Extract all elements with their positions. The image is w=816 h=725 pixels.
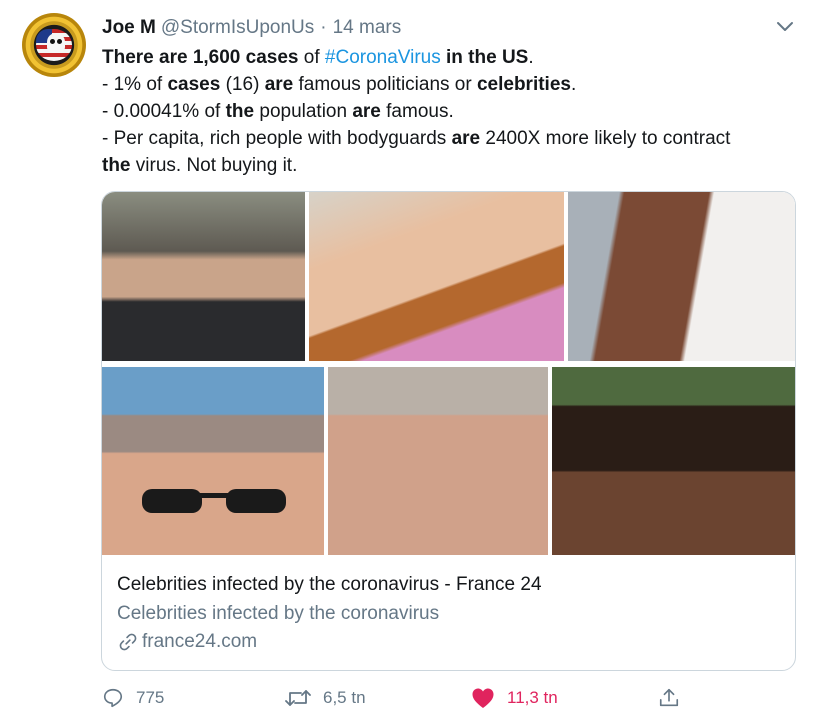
- card-photo: [102, 192, 305, 361]
- avatar[interactable]: [22, 13, 86, 77]
- retweet-count: 6,5 tn: [323, 688, 366, 707]
- text-run: (16): [220, 74, 265, 95]
- share-button[interactable]: [658, 684, 692, 712]
- glasses-shape: [142, 489, 286, 513]
- text-run: - 0.00041% of: [102, 101, 226, 122]
- heart-icon: [472, 688, 494, 708]
- user-handle[interactable]: @StormIsUponUs: [161, 17, 314, 39]
- text-run: virus. Not buying it.: [130, 155, 298, 176]
- text-run: the: [102, 155, 131, 176]
- tweet-text-line: There are 1,600 cases of #CoronaVirus in…: [102, 44, 792, 71]
- text-run: .: [570, 74, 577, 95]
- separator-dot: ·: [320, 17, 327, 38]
- tweet-text-line: - 1% of cases (16) are famous politician…: [102, 71, 792, 98]
- tweet-text-line: - 0.00041% of the population are famous.: [102, 98, 792, 125]
- link-card[interactable]: Celebrities infected by the coronavirus …: [101, 191, 796, 671]
- text-run: are: [264, 74, 294, 95]
- text-run: the: [225, 101, 255, 122]
- card-photo: [309, 192, 564, 361]
- tweet: Joe M @StormIsUponUs · 14 mars There are…: [0, 0, 816, 725]
- card-title: Celebrities infected by the coronavirus …: [117, 574, 542, 595]
- hashtag-link[interactable]: #CoronaVirus: [325, 47, 441, 68]
- text-run: - Per capita, rich people with bodyguard…: [102, 128, 452, 149]
- card-photo: [552, 367, 795, 555]
- text-run: celebrities: [476, 74, 571, 95]
- card-info: Celebrities infected by the coronavirus …: [102, 555, 795, 670]
- share-icon: [659, 688, 679, 707]
- avatar-skull: [47, 33, 65, 53]
- tweet-header: Joe M @StormIsUponUs · 14 mars: [102, 17, 401, 41]
- text-run: in the US: [440, 47, 529, 68]
- card-photo: [328, 367, 548, 555]
- like-count: 11,3 tn: [507, 688, 558, 707]
- text-run: 2400X more likely to contract: [480, 128, 731, 149]
- text-run: .: [528, 47, 534, 68]
- retweet-button[interactable]: 6,5 tn: [285, 684, 366, 712]
- tweet-text-line: the virus. Not buying it.: [102, 152, 792, 179]
- card-domain-text: france24.com: [142, 631, 258, 652]
- text-run: population: [254, 101, 353, 122]
- like-button[interactable]: 11,3 tn: [471, 684, 558, 712]
- chevron-down-icon[interactable]: [773, 14, 797, 38]
- retweet-icon: [285, 690, 311, 706]
- text-run: of: [298, 47, 325, 68]
- card-description: Celebrities infected by the coronavirus: [117, 603, 440, 624]
- reply-icon: [103, 688, 123, 708]
- reply-count: 775: [136, 688, 165, 707]
- photo-collage: [102, 192, 795, 555]
- card-photo: [102, 367, 324, 555]
- link-icon: [119, 633, 137, 651]
- text-run: famous.: [380, 101, 454, 122]
- reply-button[interactable]: 775: [102, 684, 164, 712]
- card-photo: [568, 192, 795, 361]
- tweet-text-line: - Per capita, rich people with bodyguard…: [102, 125, 792, 152]
- tweet-text: There are 1,600 cases of #CoronaVirus in…: [102, 44, 792, 179]
- tweet-date[interactable]: 14 mars: [333, 17, 402, 39]
- text-run: There are 1,600 cases: [102, 47, 299, 68]
- user-name[interactable]: Joe M: [102, 17, 156, 39]
- text-run: are: [352, 101, 381, 122]
- text-run: famous politicians or: [293, 74, 477, 95]
- text-run: cases: [167, 74, 221, 95]
- text-run: are: [451, 128, 481, 149]
- text-run: - 1% of: [102, 74, 168, 95]
- tweet-actions: 775 6,5 tn 11,3 tn: [102, 684, 702, 712]
- card-domain: france24.com: [117, 631, 257, 653]
